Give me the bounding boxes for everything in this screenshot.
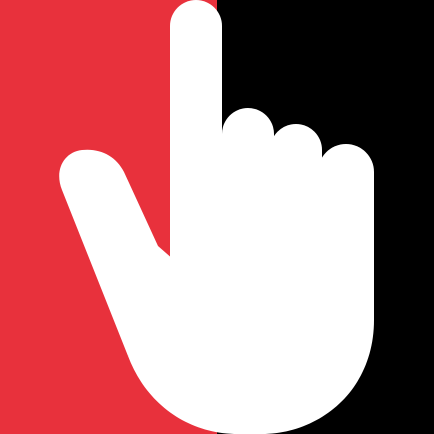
pointing-hand-icon: [59, 0, 374, 434]
palm-shape: [128, 214, 374, 434]
app-icon-tile: [0, 0, 434, 434]
